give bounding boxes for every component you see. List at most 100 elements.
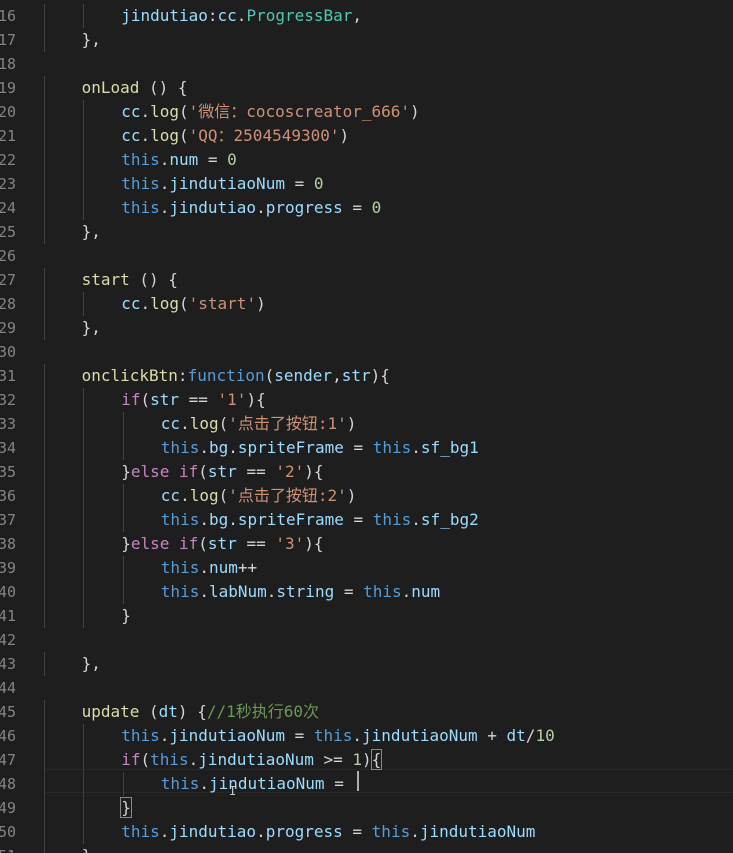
indent-guide — [83, 388, 84, 412]
code-token: ) — [339, 126, 350, 145]
code-token: this — [150, 750, 189, 769]
indent-guide — [83, 4, 84, 28]
code-line-23[interactable]: 23 this.jindutiaoNum = 0 — [0, 172, 733, 196]
indent-guide — [44, 100, 45, 124]
code-token: . — [140, 126, 151, 145]
code-text: if(str == '1'){ — [121, 388, 266, 412]
indent-guide — [44, 364, 45, 388]
code-line-48[interactable]: 48 this.jindutiaoNum = — [0, 772, 733, 796]
indent-guide — [83, 436, 84, 460]
code-token: ( — [179, 126, 189, 145]
code-line-27[interactable]: 27 start () { — [0, 268, 733, 292]
code-token: num — [411, 582, 441, 601]
code-line-17[interactable]: 17}, — [0, 28, 733, 52]
indent-guide — [44, 124, 45, 148]
code-line-16[interactable]: 16 jindutiao:cc.ProgressBar, — [0, 4, 733, 28]
code-token: string — [276, 582, 335, 601]
indent-guide — [83, 556, 84, 580]
code-line-46[interactable]: 46 this.jindutiaoNum = this.jindutiaoNum … — [0, 724, 733, 748]
code-token: jindutiaoNum — [362, 726, 478, 745]
code-token: else — [130, 462, 170, 481]
code-token: ( — [140, 750, 151, 769]
code-token: () { — [139, 78, 188, 97]
code-token: this — [160, 438, 200, 457]
code-text: this.num = 0 — [121, 148, 237, 172]
code-token: jindutiaoNum — [169, 174, 285, 193]
code-token: this — [313, 726, 353, 745]
code-text: } — [121, 604, 131, 628]
code-token: log — [189, 414, 219, 433]
code-line-36[interactable]: 36 cc.log('点击了按钮:2') — [0, 484, 733, 508]
code-text: jindutiao:cc.ProgressBar, — [121, 4, 362, 28]
code-token: : — [207, 6, 218, 25]
code-token: this — [121, 822, 160, 841]
code-line-37[interactable]: 37 this.bg.spriteFrame = this.sf_bg2 — [0, 508, 733, 532]
code-line-25[interactable]: 25}, — [0, 220, 733, 244]
indent-guide — [123, 772, 124, 796]
code-line-29[interactable]: 29}, — [0, 316, 733, 340]
code-token: ( — [264, 366, 275, 385]
code-line-51[interactable]: 51}, — [0, 844, 733, 853]
indent-guide — [44, 748, 45, 772]
code-token: ( — [179, 102, 189, 121]
code-text: }, — [82, 28, 101, 52]
code-token: 10 — [535, 726, 555, 745]
code-line-21[interactable]: 21 cc.log('QQ：2504549300') — [0, 124, 733, 148]
code-line-31[interactable]: 31 onclickBtn:function(sender,str){ — [0, 364, 733, 388]
code-line-40[interactable]: 40 this.labNum.string = this.num — [0, 580, 733, 604]
code-token: . — [159, 150, 170, 169]
code-line-34[interactable]: 34 this.bg.spriteFrame = this.sf_bg1 — [0, 436, 733, 460]
code-line-18[interactable]: 18 — [0, 52, 733, 76]
code-token: jindutiao — [169, 822, 257, 841]
indent-guide — [83, 724, 84, 748]
code-line-22[interactable]: 22 this.num = 0 — [0, 148, 733, 172]
code-text: onclickBtn:function(sender,str){ — [82, 364, 390, 388]
code-token: . — [352, 726, 363, 745]
code-line-42[interactable]: 42 — [0, 628, 733, 652]
code-token: ( — [218, 486, 229, 505]
code-line-49[interactable]: 49} — [0, 796, 733, 820]
code-text: }else if(str == '3'){ — [121, 532, 323, 556]
code-line-19[interactable]: 19 onLoad () { — [0, 76, 733, 100]
code-line-20[interactable]: 20 cc.log('微信：cocoscreator_666') — [0, 100, 733, 124]
line-number: 17 — [0, 31, 16, 49]
code-text: cc.log('点击了按钮:2') — [161, 484, 357, 508]
code-token: this — [371, 822, 411, 841]
indent-guide — [83, 508, 84, 532]
indent-guide — [83, 100, 84, 124]
code-token: ( — [179, 294, 189, 313]
code-text: update (dt) {//1秒执行60次 — [82, 700, 319, 724]
code-text: this.bg.spriteFrame = this.sf_bg1 — [161, 436, 479, 460]
code-line-50[interactable]: 50 this.jindutiao.progress = this.jinduti… — [0, 820, 733, 844]
text-cursor — [357, 771, 359, 791]
code-line-28[interactable]: 28 cc.log('start') — [0, 292, 733, 316]
code-token: '3' — [275, 534, 305, 553]
indent-guide — [83, 580, 84, 604]
code-line-44[interactable]: 44 — [0, 676, 733, 700]
code-line-26[interactable]: 26 — [0, 244, 733, 268]
code-token: ( — [198, 534, 208, 553]
code-line-32[interactable]: 32 if(str == '1'){ — [0, 388, 733, 412]
code-line-38[interactable]: 38}else if(str == '3'){ — [0, 532, 733, 556]
code-token: / — [525, 726, 536, 745]
code-token: }, — [81, 654, 101, 673]
code-token: . — [411, 510, 421, 529]
code-line-35[interactable]: 35}else if(str == '2'){ — [0, 460, 733, 484]
code-line-24[interactable]: 24 this.jindutiao.progress = 0 — [0, 196, 733, 220]
code-text: }, — [82, 220, 101, 244]
code-line-30[interactable]: 30 — [0, 340, 733, 364]
code-line-33[interactable]: 33 cc.log('点击了按钮:1') — [0, 412, 733, 436]
code-line-45[interactable]: 45 update (dt) {//1秒执行60次 — [0, 700, 733, 724]
code-token: 1 — [352, 750, 363, 769]
code-line-39[interactable]: 39 this.num++ — [0, 556, 733, 580]
code-token: if — [121, 750, 141, 769]
code-token: else — [130, 534, 170, 553]
code-line-47[interactable]: 47 if(this.jindutiaoNum >= 1){ — [0, 748, 733, 772]
code-editor[interactable]: 16 jindutiao:cc.ProgressBar, 17}, 18 19 onLoa… — [0, 0, 733, 853]
code-line-41[interactable]: 41} — [0, 604, 733, 628]
code-token: if — [179, 462, 199, 481]
code-line-43[interactable]: 43}, — [0, 652, 733, 676]
indent-guide — [83, 484, 84, 508]
mouse-ibeam-icon: I — [229, 784, 237, 798]
code-text: } — [120, 796, 132, 820]
